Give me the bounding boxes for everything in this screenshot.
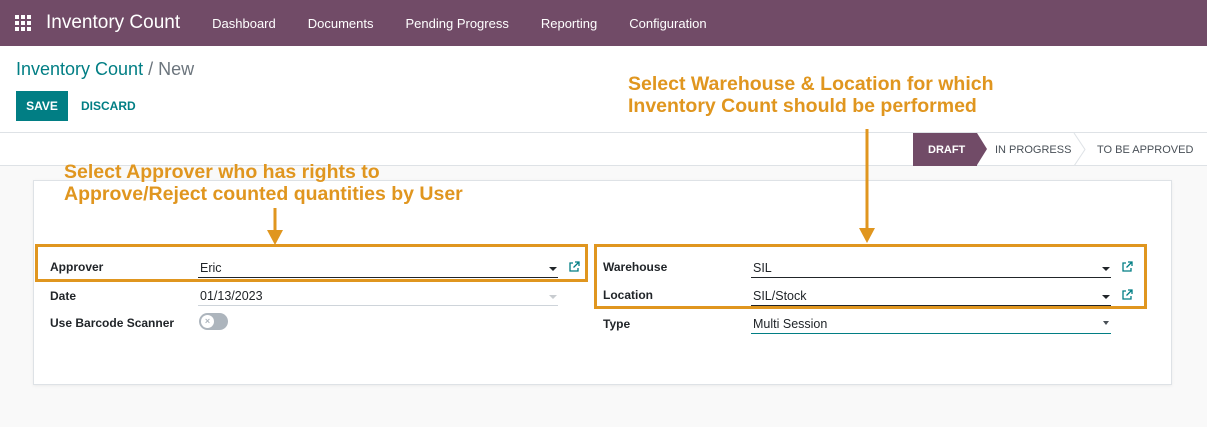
stage-in-progress-label: IN PROGRESS [995, 143, 1072, 156]
date-label: Date [50, 289, 77, 303]
type-underline [751, 333, 1111, 334]
app-title[interactable]: Inventory Count [46, 12, 180, 34]
menu-reporting[interactable]: Reporting [525, 0, 613, 46]
annotation-line: Approve/Reject counted quantities by Use… [64, 183, 463, 205]
stage-draft-arrow [977, 133, 987, 165]
apps-menu-icon[interactable] [0, 0, 46, 46]
stage-separator [1073, 133, 1086, 166]
barcode-scanner-label: Use Barcode Scanner [50, 316, 175, 330]
breadcrumb-current: New [158, 59, 195, 79]
discard-button[interactable]: DISCARD [72, 91, 145, 121]
top-navbar: Inventory Count Dashboard Documents Pend… [0, 0, 1207, 46]
breadcrumb-separator: / [148, 59, 154, 79]
stage-to-be-approved-label: TO BE APPROVED [1097, 143, 1194, 156]
save-button[interactable]: SAVE [16, 91, 68, 121]
menu-dashboard[interactable]: Dashboard [196, 0, 292, 46]
approver-highlight-box [35, 244, 588, 282]
control-panel: Inventory Count / New SAVE DISCARD [0, 46, 1207, 133]
type-dropdown-icon[interactable] [1103, 321, 1109, 325]
menu-documents[interactable]: Documents [292, 0, 390, 46]
type-field[interactable]: Multi Session [753, 317, 827, 331]
stage-draft-label: DRAFT [928, 143, 966, 156]
breadcrumb-parent[interactable]: Inventory Count [16, 59, 143, 79]
menu-pending-progress[interactable]: Pending Progress [390, 0, 525, 46]
stage-to-be-approved[interactable]: TO BE APPROVED [1089, 133, 1207, 166]
annotation-line: Select Approver who has rights to [64, 161, 380, 183]
barcode-scanner-toggle[interactable]: × [199, 313, 228, 330]
stage-in-progress[interactable]: IN PROGRESS [987, 133, 1077, 166]
date-field[interactable]: 01/13/2023 [200, 289, 263, 303]
breadcrumb: Inventory Count / New [16, 59, 194, 80]
toggle-off-icon: × [201, 315, 214, 328]
warehouse-location-highlight-box [594, 244, 1147, 309]
approver-annotation: Select Approver who has rights to Approv… [64, 161, 463, 205]
type-label: Type [603, 317, 631, 331]
annotation-line: Inventory Count should be performed [628, 95, 977, 117]
stage-draft[interactable]: DRAFT [913, 133, 977, 166]
warehouse-location-annotation: Select Warehouse & Location for which In… [628, 73, 994, 117]
annotation-line: Select Warehouse & Location for which [628, 73, 994, 95]
date-underline [198, 305, 558, 306]
menu-configuration[interactable]: Configuration [613, 0, 722, 46]
date-dropdown-icon[interactable] [549, 295, 557, 299]
